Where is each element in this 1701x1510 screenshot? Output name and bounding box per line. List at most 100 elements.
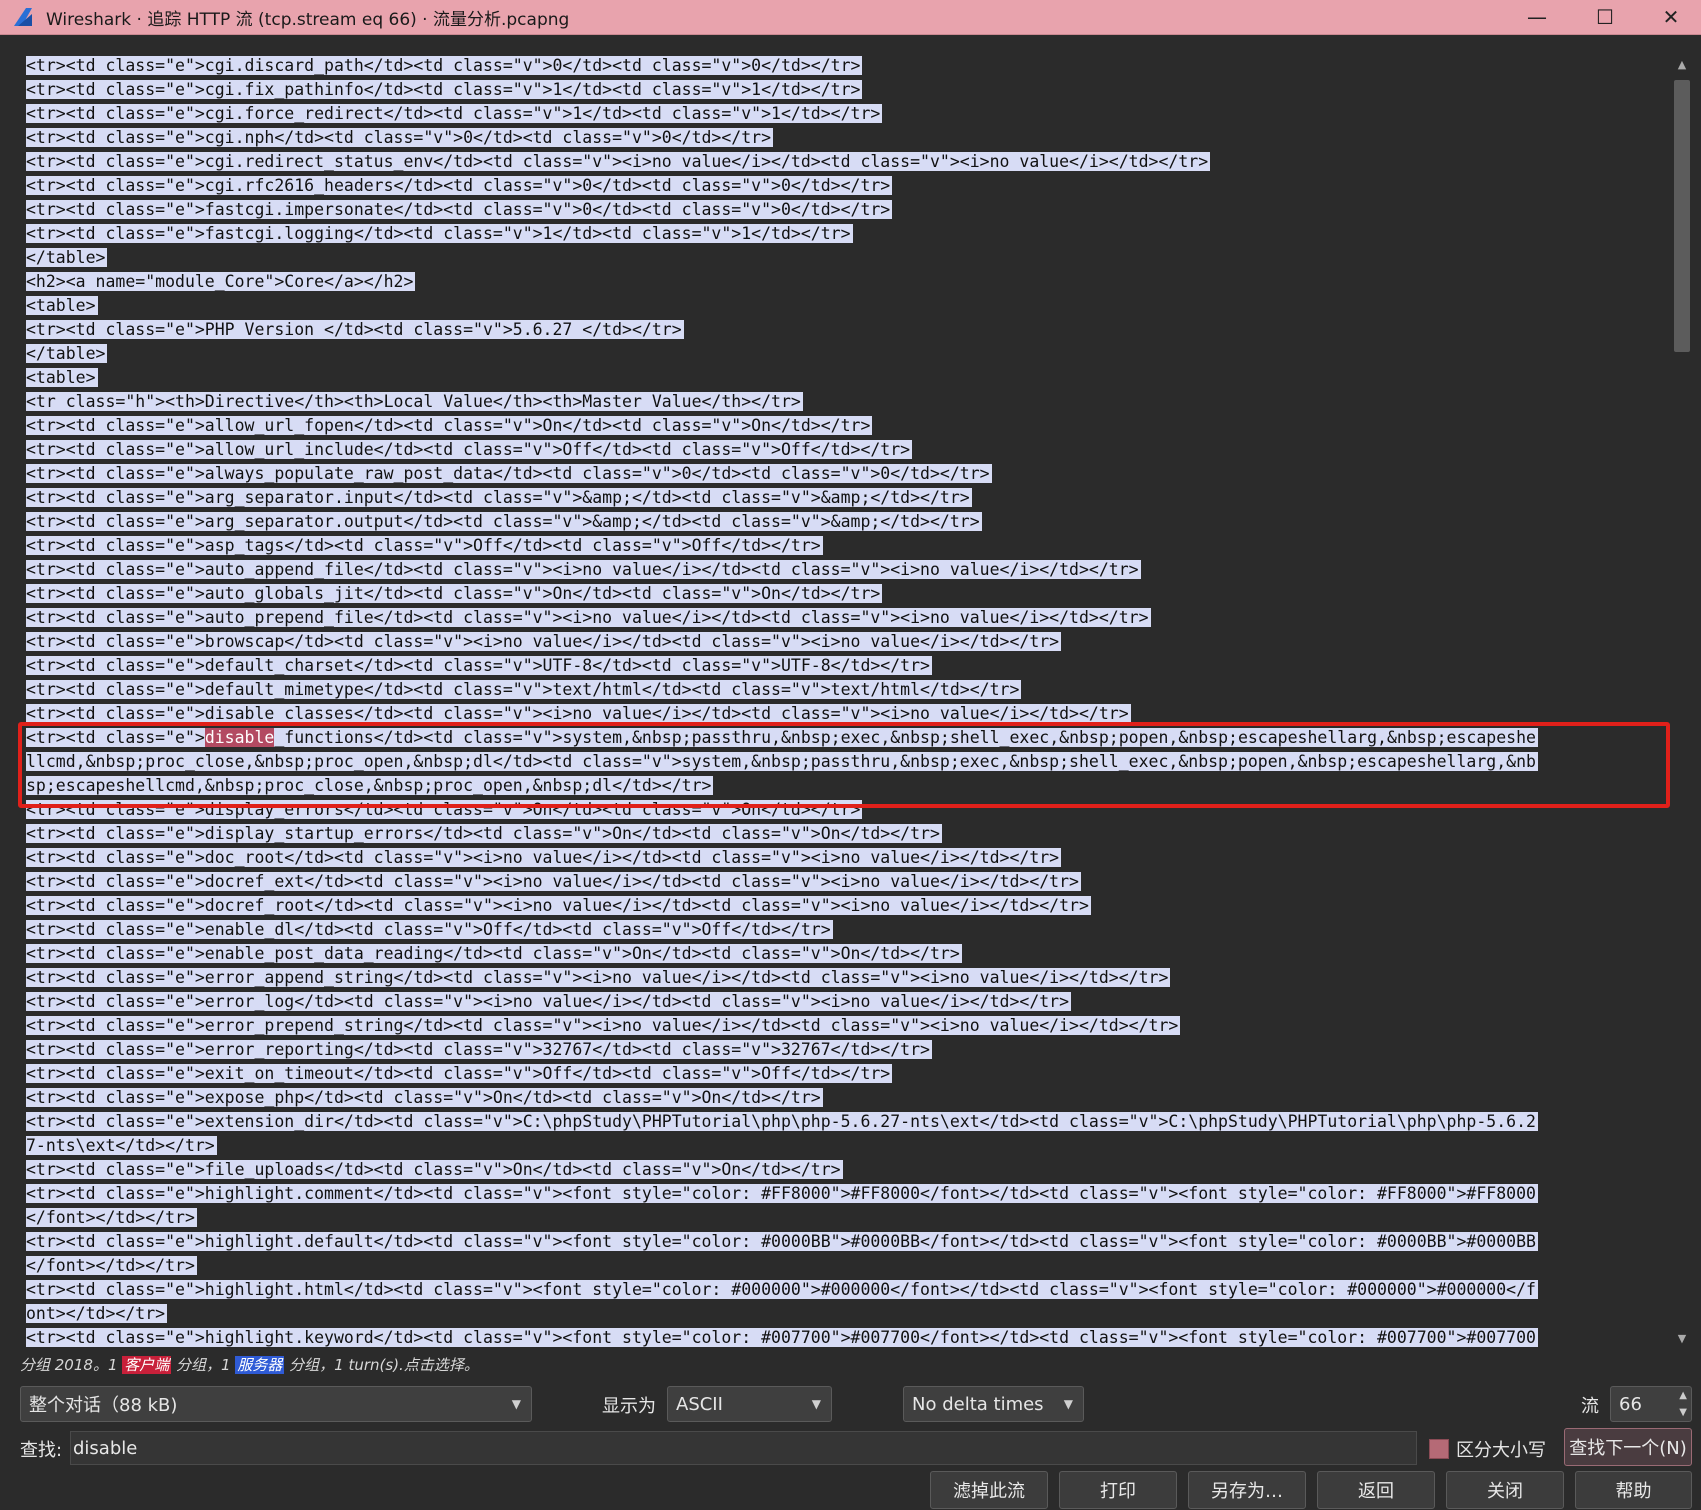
show-as-select[interactable]: ASCII ▼ (667, 1386, 832, 1422)
stream-line: llcmd,&nbsp;proc_close,&nbsp;proc_open,&… (26, 750, 1666, 774)
scroll-up-icon[interactable]: ▲ (1672, 56, 1692, 74)
stream-number-stepper[interactable]: 66 ▲ ▼ (1610, 1386, 1692, 1422)
stream-line: <tr><td class="e">doc_root</td><td class… (26, 846, 1666, 870)
case-sensitive-label: 区分大小写 (1456, 1440, 1546, 1461)
stream-line-text: sp;escapeshellcmd,&nbsp;proc_close,&nbsp… (26, 776, 714, 795)
stream-line: <tr><td class="e">error_log</td><td clas… (26, 990, 1666, 1014)
stream-line-text: <tr><td class="e">display_startup_errors… (26, 824, 942, 843)
conversation-select[interactable]: 整个对话（88 kB) ▼ (20, 1386, 532, 1422)
stream-line-text: <tr><td class="e">asp_tags</td><td class… (26, 536, 823, 555)
stream-line-text: <tr><td class="e">cgi.discard_path</td><… (26, 56, 863, 75)
help-button[interactable]: 帮助 (1575, 1471, 1692, 1509)
stream-line-text: <tr><td class="e">highlight.keyword</td>… (26, 1328, 1538, 1347)
stream-line: <tr><td class="e">allow_url_include</td>… (26, 438, 1666, 462)
stream-line: <tr><td class="e">default_charset</td><t… (26, 654, 1666, 678)
status-prefix: 分组 2018。1 (20, 1356, 123, 1374)
stream-line: <table> (26, 366, 1666, 390)
stream-line-text: <tr class="h"><th>Directive</th><th>Loca… (26, 392, 803, 411)
minimize-button[interactable]: — (1507, 0, 1567, 34)
stream-line-text: <tr><td class="e">browscap</td><td class… (26, 632, 1062, 651)
case-sensitive-checkbox[interactable] (1429, 1439, 1449, 1459)
stream-line: <tr><td class="e">file_uploads</td><td c… (26, 1158, 1666, 1182)
close-window-button[interactable]: ✕ (1641, 0, 1701, 34)
stream-line: <tr><td class="e">highlight.default</td>… (26, 1230, 1666, 1254)
stream-line: </table> (26, 246, 1666, 270)
stream-line-text: </font></td></tr> (26, 1256, 197, 1275)
stream-text-view[interactable]: <tr><td class="e">cgi.discard_path</td><… (26, 54, 1666, 1350)
stream-line-text: <table> (26, 296, 98, 315)
stream-line: <tr><td class="e">allow_url_fopen</td><t… (26, 414, 1666, 438)
stream-line-text: <tr><td class="e">expose_php</td><td cla… (26, 1088, 823, 1107)
stream-line-text: <tr><td class="e">cgi.fix_pathinfo</td><… (26, 80, 863, 99)
stream-line: <tr><td class="e">highlight.html</td><td… (26, 1278, 1666, 1302)
scrollbar-thumb[interactable] (1674, 80, 1690, 352)
stream-line: <tr><td class="e">docref_root</td><td cl… (26, 894, 1666, 918)
stream-line-text: <tr><td class="e">auto_prepend_file</td>… (26, 608, 1151, 627)
show-as-label: 显示为 (602, 1396, 656, 1417)
stream-line-text: <tr><td class="e">highlight.comment</td>… (26, 1184, 1538, 1203)
stream-line-text: <tr><td class="e">docref_ext</td><td cla… (26, 872, 1081, 891)
stepper-down-icon[interactable]: ▼ (1679, 1407, 1687, 1418)
stream-line-text: <tr><td class="e">cgi.rfc2616_headers</t… (26, 176, 893, 195)
stream-line-text: <tr><td class="e">error_append_string</t… (26, 968, 1171, 987)
stream-line-text: <tr><td class="e">error_reporting</td><t… (26, 1040, 932, 1059)
stream-line-text: ont></td></tr> (26, 1304, 168, 1323)
status-mid: 分组，1 (171, 1356, 236, 1374)
stream-line: <tr><td class="e">highlight.comment</td>… (26, 1182, 1666, 1206)
stream-line: <tr><td class="e">asp_tags</td><td class… (26, 534, 1666, 558)
status-suffix: 分组，1 turn(s).点击选择。 (284, 1356, 479, 1374)
stream-line: <tr><td class="e">enable_dl</td><td clas… (26, 918, 1666, 942)
stream-line: <tr><td class="e">cgi.redirect_status_en… (26, 150, 1666, 174)
packet-status-text[interactable]: 分组 2018。1 客户端 分组，1 服务器 分组，1 turn(s).点击选择… (20, 1354, 479, 1375)
stream-line: <tr><td class="e">cgi.nph</td><td class=… (26, 126, 1666, 150)
find-next-button[interactable]: 查找下一个(N) (1564, 1428, 1692, 1466)
delta-times-select[interactable]: No delta times ▼ (903, 1386, 1084, 1422)
stream-line: </table> (26, 342, 1666, 366)
stream-line: <tr><td class="e">default_mimetype</td><… (26, 678, 1666, 702)
save-as-button[interactable]: 另存为… (1188, 1471, 1306, 1509)
stream-line-text: <tr><td class="e">always_populate_raw_po… (26, 464, 992, 483)
stream-line-text: <tr><td class="e">auto_append_file</td><… (26, 560, 1141, 579)
filter-out-stream-button[interactable]: 滤掉此流 (930, 1471, 1048, 1509)
stream-line: <tr><td class="e">auto_globals_jit</td><… (26, 582, 1666, 606)
stream-line: <tr><td class="e">cgi.discard_path</td><… (26, 54, 1666, 78)
stream-line-text: <tr><td class="e">fastcgi.logging</td><t… (26, 224, 853, 243)
stream-line-text: <tr><td class="e">docref_root</td><td cl… (26, 896, 1091, 915)
stream-label: 流 (1581, 1396, 1599, 1417)
search-hit-highlight: disable (204, 728, 275, 747)
stream-line: <tr><td class="e">docref_ext</td><td cla… (26, 870, 1666, 894)
stream-line-text: <tr><td class="e">arg_separator.input</t… (26, 488, 972, 507)
stream-line-text: </table> (26, 248, 108, 267)
client-badge[interactable]: 客户端 (122, 1356, 172, 1374)
stream-line: <tr><td class="e">cgi.force_redirect</td… (26, 102, 1666, 126)
stream-line-text: <tr><td class="e">enable_dl</td><td clas… (26, 920, 833, 939)
title-bar: Wireshark · 追踪 HTTP 流 (tcp.stream eq 66)… (0, 0, 1701, 35)
stream-line: <tr><td class="e">fastcgi.impersonate</t… (26, 198, 1666, 222)
print-button[interactable]: 打印 (1059, 1471, 1177, 1509)
stream-line-text: llcmd,&nbsp;proc_close,&nbsp;proc_open,&… (26, 752, 1538, 771)
stream-line: <tr><td class="e">exit_on_timeout</td><t… (26, 1062, 1666, 1086)
stream-line-text: <tr><td class="e">highlight.html</td><td… (26, 1280, 1538, 1299)
show-as-value: ASCII (676, 1393, 723, 1415)
find-input[interactable] (70, 1431, 1417, 1465)
stream-line: <tr><td class="e">cgi.rfc2616_headers</t… (26, 174, 1666, 198)
close-button[interactable]: 关闭 (1446, 1471, 1564, 1509)
stream-line: <tr><td class="e">error_reporting</td><t… (26, 1038, 1666, 1062)
chevron-down-icon: ▼ (1063, 1397, 1073, 1411)
maximize-button[interactable]: ☐ (1575, 0, 1635, 34)
stream-line-text: <tr><td class="e">highlight.default</td>… (26, 1232, 1538, 1251)
back-button[interactable]: 返回 (1317, 1471, 1435, 1509)
scroll-down-icon[interactable]: ▼ (1672, 1330, 1692, 1348)
stream-line-text: <tr><td class="e">disable_functions</td>… (26, 728, 1538, 747)
find-label: 查找: (20, 1440, 63, 1461)
stream-line-text: <tr><td class="e">fastcgi.impersonate</t… (26, 200, 893, 219)
stream-line-text: </font></td></tr> (26, 1208, 197, 1227)
stream-line-text: <tr><td class="e">default_mimetype</td><… (26, 680, 1022, 699)
stepper-up-icon[interactable]: ▲ (1679, 1390, 1687, 1401)
stream-line: <tr><td class="e">error_append_string</t… (26, 966, 1666, 990)
stream-line: <tr class="h"><th>Directive</th><th>Loca… (26, 390, 1666, 414)
stream-line-text: <tr><td class="e">extension_dir</td><td … (26, 1112, 1538, 1131)
stream-line: <tr><td class="e">auto_append_file</td><… (26, 558, 1666, 582)
server-badge[interactable]: 服务器 (235, 1356, 285, 1374)
stream-line-text: <tr><td class="e">arg_separator.output</… (26, 512, 982, 531)
